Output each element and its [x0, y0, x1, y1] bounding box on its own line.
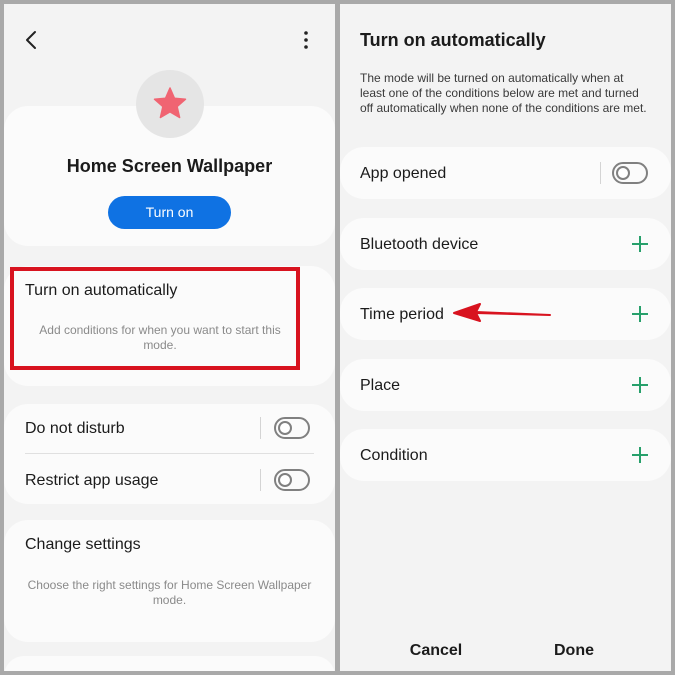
condition-row-app-opened[interactable]: App opened: [340, 147, 671, 199]
app-opened-label: App opened: [360, 165, 447, 182]
place-label: Place: [360, 377, 401, 394]
turn-on-button[interactable]: Turn on: [108, 196, 231, 229]
mode-name: Home Screen Wallpaper: [66, 156, 273, 176]
highlight-box-annotation: [10, 267, 300, 370]
condition-row-place[interactable]: Place: [340, 359, 671, 411]
row-divider: [25, 453, 314, 454]
condition-label: Condition: [360, 447, 428, 464]
divider: [260, 417, 261, 439]
condition-row-bluetooth-device[interactable]: Bluetooth device: [340, 218, 671, 270]
plus-icon[interactable]: [632, 236, 648, 252]
more-options-icon[interactable]: [302, 30, 310, 50]
app-opened-toggle[interactable]: [612, 162, 648, 184]
mode-icon-badge: [136, 70, 204, 138]
red-arrow-annotation: [453, 303, 551, 322]
divider: [260, 469, 261, 491]
done-button[interactable]: Done: [524, 642, 624, 660]
restrict-app-usage-label: Restrict app usage: [25, 472, 159, 489]
star-icon: [153, 87, 187, 119]
change-settings-subtitle: Choose the right settings for Home Scree…: [27, 578, 312, 607]
do-not-disturb-label: Do not disturb: [25, 420, 125, 437]
bluetooth-device-label: Bluetooth device: [360, 236, 479, 253]
condition-row-condition[interactable]: Condition: [340, 429, 671, 481]
restrict-app-usage-toggle[interactable]: [274, 469, 310, 491]
back-arrow-icon[interactable]: [24, 30, 40, 50]
plus-icon[interactable]: [632, 306, 648, 322]
divider: [600, 162, 601, 184]
settings-toggles-card: Do not disturb Restrict app usage: [4, 404, 335, 504]
page-title: Turn on automatically: [360, 30, 546, 50]
change-settings-title: Change settings: [25, 536, 141, 553]
turn-on-automatically-screen: Turn on automatically The mode will be t…: [340, 4, 671, 671]
time-period-label: Time period: [360, 306, 444, 323]
change-settings-card[interactable]: Change settings Choose the right setting…: [4, 520, 335, 642]
cancel-button[interactable]: Cancel: [386, 642, 486, 660]
plus-icon[interactable]: [632, 447, 648, 463]
plus-icon[interactable]: [632, 377, 648, 393]
next-card: [4, 656, 335, 671]
page-description: The mode will be turned on automatically…: [360, 71, 647, 115]
do-not-disturb-toggle[interactable]: [274, 417, 310, 439]
mode-settings-screen: Home Screen Wallpaper Turn on Turn on au…: [4, 4, 335, 671]
